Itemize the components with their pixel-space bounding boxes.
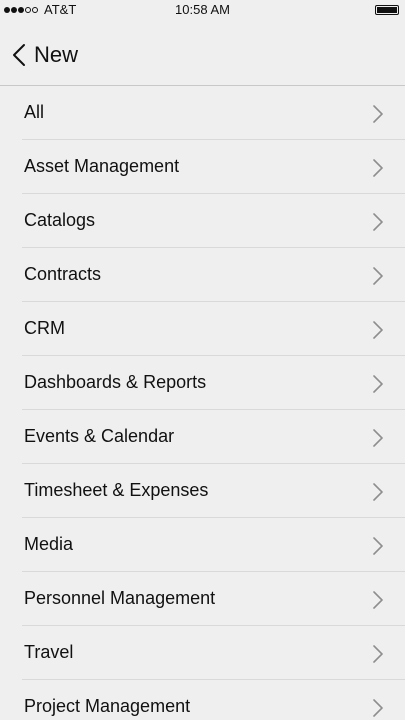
list-item-label: Personnel Management xyxy=(24,588,216,608)
list-item[interactable]: Media xyxy=(0,518,405,572)
status-time: 10:58 AM xyxy=(175,2,230,17)
chevron-right-icon xyxy=(373,213,383,231)
list-item[interactable]: Timesheet & Expenses xyxy=(0,464,405,518)
category-list: All Asset Management Catalogs Contracts CRM D… xyxy=(0,86,405,720)
list-item-label: Asset Management xyxy=(24,156,180,176)
chevron-right-icon xyxy=(373,483,383,501)
chevron-right-icon xyxy=(373,105,383,123)
list-item-label: Media xyxy=(24,534,74,554)
back-button[interactable]: New xyxy=(12,42,78,68)
list-item-label: All xyxy=(24,102,45,122)
list-item[interactable]: Asset Management xyxy=(0,140,405,194)
list-item[interactable]: Dashboards & Reports xyxy=(0,356,405,410)
chevron-right-icon xyxy=(373,375,383,393)
list-item-label: Project Management xyxy=(24,696,191,716)
list-item[interactable]: Events & Calendar xyxy=(0,410,405,464)
chevron-right-icon xyxy=(373,699,383,717)
list-item-label: Contracts xyxy=(24,264,102,284)
status-bar: AT&T 10:58 AM xyxy=(0,0,405,20)
chevron-right-icon xyxy=(373,267,383,285)
list-item-label: Catalogs xyxy=(24,210,96,230)
battery-icon xyxy=(375,5,399,15)
list-item-label: Travel xyxy=(24,642,74,662)
chevron-right-icon xyxy=(373,159,383,177)
screen: AT&T 10:58 AM New All Asset Management Cat… xyxy=(0,0,405,720)
chevron-right-icon xyxy=(373,429,383,447)
list-item[interactable]: Travel xyxy=(0,626,405,680)
list-item[interactable]: CRM xyxy=(0,302,405,356)
battery-fill xyxy=(377,7,397,13)
chevron-left-icon xyxy=(12,43,26,67)
chevron-right-icon xyxy=(373,591,383,609)
list-item[interactable]: Catalogs xyxy=(0,194,405,248)
list-item-label: Timesheet & Expenses xyxy=(24,480,209,500)
list-item-label: Dashboards & Reports xyxy=(24,372,207,392)
list-item[interactable]: Personnel Management xyxy=(0,572,405,626)
chevron-right-icon xyxy=(373,537,383,555)
nav-bar: New xyxy=(0,20,405,86)
list-item-label: CRM xyxy=(24,318,65,338)
list-item-label: Events & Calendar xyxy=(24,426,175,446)
list-item[interactable]: Project Management xyxy=(0,680,405,720)
page-title: New xyxy=(34,42,79,67)
list-item[interactable]: Contracts xyxy=(0,248,405,302)
chevron-right-icon xyxy=(373,645,383,663)
chevron-right-icon xyxy=(373,321,383,339)
list-item[interactable]: All xyxy=(0,86,405,140)
